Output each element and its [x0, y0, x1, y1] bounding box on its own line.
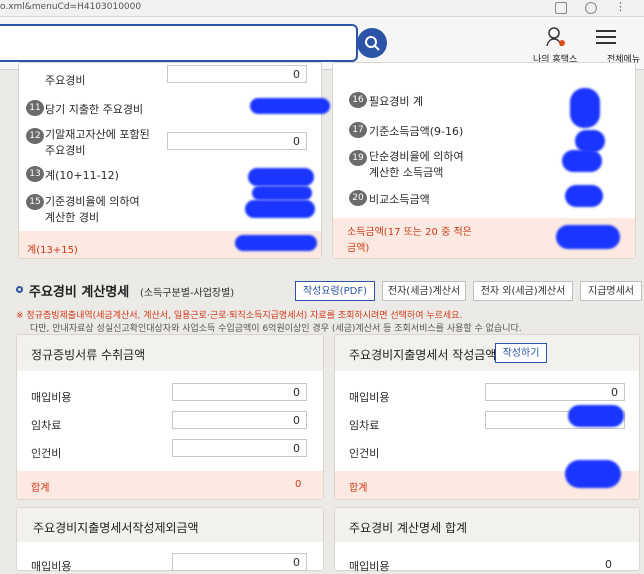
field-label: 매입비용 [349, 391, 390, 404]
section-bullet-icon [16, 286, 23, 293]
notice-text: 다만, 안내자료상 성실신고확인대상자와 사업소득 수입금액이 6억원이상인 경… [30, 324, 522, 334]
row-number-badge: 20 [349, 190, 367, 206]
extension-icon[interactable] [555, 2, 567, 14]
row-number-badge: 13 [26, 166, 44, 182]
total-row [17, 471, 323, 499]
row-label: 주요경비 [45, 74, 86, 87]
amount-input[interactable]: 0 [167, 65, 307, 83]
field-label: 임차료 [31, 419, 62, 432]
browser-address-bar: o.xml&menuCd=H4103010000 ⋮ [0, 0, 644, 17]
redaction-mark [248, 168, 314, 186]
row-label: 계(10+11-12) [45, 169, 119, 182]
row-label: 기준소득금액(9-16) [369, 125, 464, 138]
search-input[interactable] [0, 24, 358, 62]
field-label: 임차료 [349, 419, 380, 432]
field-label: 매입비용 [349, 560, 390, 573]
card-title: 주요경비 계산명세 합계 [349, 521, 468, 535]
card-title: 주요경비지출명세서 작성금액 [349, 348, 497, 362]
redaction-mark [245, 200, 315, 218]
section-subtitle: (소득구분별-사업장별) [140, 288, 235, 299]
row-label: 기말재고자산에 포함된 [45, 128, 150, 141]
redaction-mark [235, 235, 317, 251]
row-number-badge: 11 [26, 100, 44, 116]
rent-input[interactable]: 0 [172, 411, 307, 429]
income-total-label: 소득금액(17 또는 20 중 적은 [347, 227, 472, 238]
redaction-mark [562, 150, 602, 172]
guide-pdf-button[interactable]: 작성요령(PDF) [295, 281, 375, 301]
redaction-mark [565, 185, 603, 207]
row-number-badge: 19 [349, 150, 367, 166]
row-label: 비교소득금액 [369, 193, 430, 206]
row-label: 주요경비 [45, 144, 86, 157]
notice-text: ※ 정규증빙제출내역(세금계산서, 계산서, 일용근로·근로·퇴직소득지급명세서… [16, 311, 463, 321]
total-label: 합계 [349, 483, 368, 494]
purchase-cost-input[interactable]: 0 [485, 383, 625, 401]
left-summary-panel: 주요경비 0 11 당기 지출한 주요경비 12 기말재고자산에 포함된 주요경… [18, 62, 322, 259]
redaction-mark [570, 88, 600, 128]
expense-sum-card: 주요경비 계산명세 합계 매입비용 0 [334, 507, 640, 573]
field-label: 매입비용 [31, 560, 72, 573]
row-label: 단순경비율에 의하여 [369, 150, 464, 163]
regular-evidence-card: 정규증빙서류 수취금액 매입비용 0 임차료 0 인건비 0 합계 0 [16, 334, 324, 500]
row-label: 필요경비 계 [369, 95, 424, 108]
row-number-badge: 16 [349, 92, 367, 108]
my-home-tax-icon[interactable] [545, 26, 567, 51]
total-label: 합계 [31, 483, 50, 494]
url-text[interactable]: o.xml&menuCd=H4103010000 [0, 2, 141, 12]
purchase-cost-input[interactable]: 0 [172, 383, 307, 401]
redaction-mark [556, 225, 620, 249]
redaction-mark [568, 405, 624, 427]
card-title: 정규증빙서류 수취금액 [31, 348, 146, 362]
row-label: 기준경비율에 의하여 [45, 195, 140, 208]
amount-input[interactable]: 0 [167, 132, 307, 150]
field-label: 인건비 [349, 447, 380, 460]
redaction-mark [575, 130, 605, 152]
total-value: 0 [295, 479, 302, 490]
row-label: 계산한 소득금액 [369, 166, 444, 179]
field-label: 인건비 [31, 447, 62, 460]
row-label: 계산한 경비 [45, 211, 100, 224]
redaction-mark [252, 186, 312, 200]
income-total-label: 금액) [347, 243, 370, 254]
search-button[interactable] [357, 28, 387, 58]
row-number-badge: 17 [349, 122, 367, 138]
purchase-cost-input[interactable]: 0 [172, 553, 307, 571]
total-label: 계(13+15) [27, 245, 78, 256]
sum-value: 0 [605, 558, 612, 571]
field-label: 매입비용 [31, 391, 72, 404]
redaction-mark [565, 460, 621, 488]
profile-icon[interactable] [585, 2, 597, 14]
row-number-badge: 12 [26, 128, 44, 144]
row-number-badge: 15 [26, 194, 44, 210]
more-icon[interactable]: ⋮ [615, 0, 626, 13]
excluded-amount-card: 주요경비지출명세서작성제외금액 매입비용 0 [16, 507, 324, 573]
section-title: 주요경비 계산명세 [29, 285, 130, 300]
search-icon [365, 36, 380, 51]
non-e-invoice-button[interactable]: 전자 외(세금)계산서 [473, 281, 573, 301]
write-button[interactable]: 작성하기 [495, 343, 547, 363]
card-title: 주요경비지출명세서작성제외금액 [33, 521, 199, 535]
hamburger-icon[interactable] [596, 28, 616, 49]
labor-cost-input[interactable]: 0 [172, 439, 307, 457]
redaction-mark [250, 98, 330, 114]
row-label: 당기 지출한 주요경비 [45, 103, 144, 116]
e-invoice-button[interactable]: 전자(세금)계산서 [382, 281, 466, 301]
payment-statement-button[interactable]: 지급명세서 [580, 281, 642, 301]
